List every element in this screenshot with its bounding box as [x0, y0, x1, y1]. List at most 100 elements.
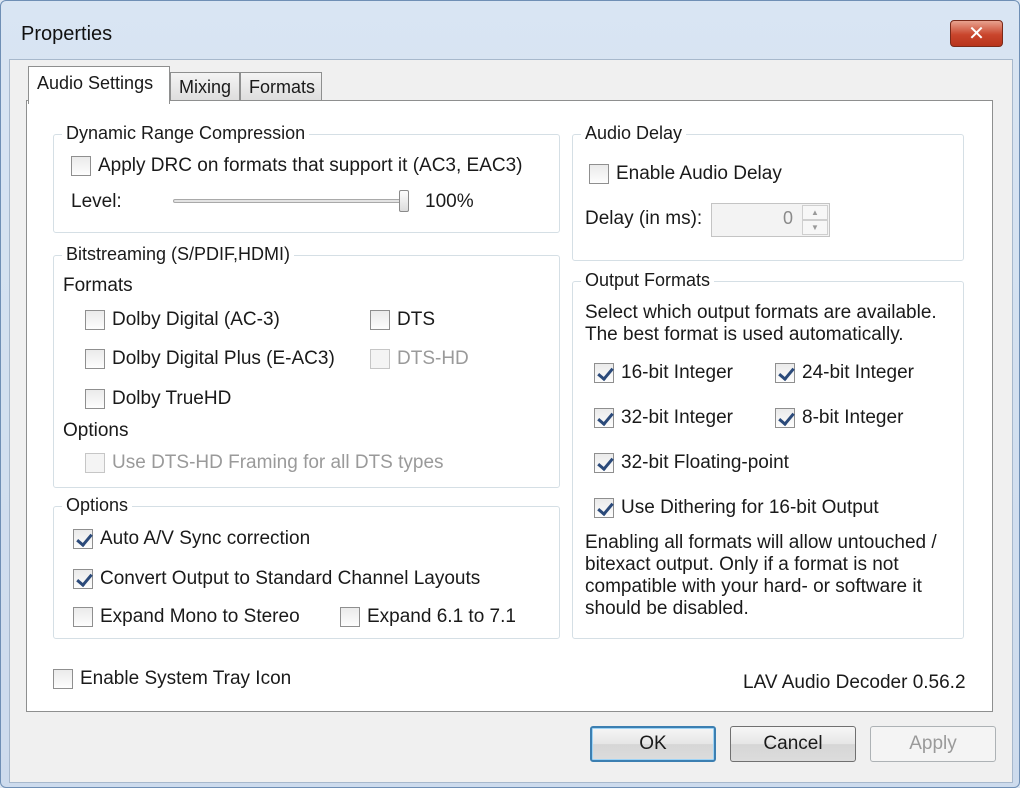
int24-label: 24-bit Integer	[802, 362, 914, 383]
dolby-truehd-checkbox[interactable]: Dolby TrueHD	[85, 388, 231, 410]
tab-audio-settings[interactable]: Audio Settings	[28, 66, 170, 104]
close-icon: ✕	[968, 23, 985, 45]
title-bar[interactable]: Properties ✕	[1, 1, 1019, 63]
output-formats-note-4: should be disabled.	[585, 598, 749, 619]
spin-down-button[interactable]: ▼	[802, 220, 828, 235]
auto-av-sync-checkbox[interactable]: Auto A/V Sync correction	[73, 528, 310, 550]
output-formats-note-2: bitexact output. Only if a format is not	[585, 554, 899, 575]
audio-settings-page: Dynamic Range Compression Apply DRC on f…	[26, 100, 993, 712]
checkbox-box[interactable]	[594, 498, 614, 518]
float32-checkbox[interactable]: 32-bit Floating-point	[594, 452, 789, 474]
drc-level-slider[interactable]	[173, 189, 409, 213]
enable-audio-delay-label: Enable Audio Delay	[616, 163, 782, 184]
int16-checkbox[interactable]: 16-bit Integer	[594, 362, 733, 384]
dolby-digital-plus-checkbox[interactable]: Dolby Digital Plus (E-AC3)	[85, 348, 335, 370]
checkbox-box[interactable]	[85, 453, 105, 473]
dithering-label: Use Dithering for 16-bit Output	[621, 497, 879, 518]
dithering-checkbox[interactable]: Use Dithering for 16-bit Output	[594, 497, 879, 519]
dolby-digital-plus-label: Dolby Digital Plus (E-AC3)	[112, 348, 335, 369]
window-title: Properties	[21, 23, 113, 45]
checkbox-box[interactable]	[73, 607, 93, 627]
spin-up-button[interactable]: ▲	[802, 205, 828, 220]
drc-group: Dynamic Range Compression	[53, 123, 560, 233]
output-formats-description-2: The best format is used automatically.	[585, 324, 904, 345]
spin-buttons: ▲ ▼	[802, 205, 828, 235]
close-button[interactable]: ✕	[950, 20, 1003, 47]
checkbox-box[interactable]	[71, 156, 91, 176]
cancel-button[interactable]: Cancel	[730, 726, 856, 762]
convert-layouts-checkbox[interactable]: Convert Output to Standard Channel Layou…	[73, 568, 480, 590]
dolby-digital-checkbox[interactable]: Dolby Digital (AC-3)	[85, 309, 280, 331]
delay-ms-label: Delay (in ms):	[585, 208, 703, 229]
expand-mono-label: Expand Mono to Stereo	[100, 606, 300, 627]
slider-thumb[interactable]	[399, 190, 409, 212]
checkbox-box[interactable]	[589, 164, 609, 184]
output-formats-description-1: Select which output formats are availabl…	[585, 302, 937, 323]
apply-drc-checkbox[interactable]: Apply DRC on formats that support it (AC…	[71, 155, 523, 177]
cancel-button-label: Cancel	[763, 733, 823, 754]
convert-layouts-label: Convert Output to Standard Channel Layou…	[100, 568, 481, 589]
checkbox-box[interactable]	[775, 363, 795, 383]
dts-hd-checkbox[interactable]: DTS-HD	[370, 348, 469, 370]
version-label: LAV Audio Decoder 0.56.2	[743, 672, 966, 693]
tab-mixing[interactable]: Mixing	[170, 72, 240, 102]
checkbox-box[interactable]	[53, 669, 73, 689]
audio-delay-legend: Audio Delay	[581, 123, 687, 144]
audio-delay-group: Audio Delay	[572, 123, 964, 261]
int32-checkbox[interactable]: 32-bit Integer	[594, 407, 733, 429]
tab-formats[interactable]: Formats	[240, 72, 322, 102]
tab-label: Audio Settings	[37, 73, 154, 93]
ok-button-label: OK	[639, 733, 667, 754]
checkbox-box[interactable]	[73, 569, 93, 589]
int32-label: 32-bit Integer	[621, 407, 733, 428]
ok-button[interactable]: OK	[590, 726, 716, 762]
int8-checkbox[interactable]: 8-bit Integer	[775, 407, 903, 429]
system-tray-icon-checkbox[interactable]: Enable System Tray Icon	[53, 668, 291, 690]
arrow-down-icon: ▼	[811, 223, 819, 232]
expand-mono-checkbox[interactable]: Expand Mono to Stereo	[73, 606, 300, 628]
output-formats-note-3: compatible with your hard- or software i…	[585, 576, 922, 597]
checkbox-box[interactable]	[594, 453, 614, 473]
int24-checkbox[interactable]: 24-bit Integer	[775, 362, 914, 384]
properties-window: Properties ✕ Audio Settings Mixing Forma…	[0, 0, 1020, 788]
checkbox-box[interactable]	[340, 607, 360, 627]
float32-label: 32-bit Floating-point	[621, 452, 789, 473]
apply-drc-label: Apply DRC on formats that support it (AC…	[98, 155, 523, 176]
int16-label: 16-bit Integer	[621, 362, 733, 383]
checkbox-box[interactable]	[85, 310, 105, 330]
bitstreaming-options-label: Options	[63, 420, 129, 441]
delay-ms-value: 0	[782, 208, 793, 228]
apply-button[interactable]: Apply	[870, 726, 996, 762]
delay-ms-spinbox[interactable]: 0 ▲ ▼	[711, 203, 830, 237]
dolby-truehd-label: Dolby TrueHD	[112, 388, 232, 409]
dts-checkbox[interactable]: DTS	[370, 309, 435, 331]
enable-audio-delay-checkbox[interactable]: Enable Audio Delay	[589, 163, 782, 185]
system-tray-icon-label: Enable System Tray Icon	[80, 668, 292, 689]
bitstreaming-formats-label: Formats	[63, 275, 133, 296]
checkbox-box[interactable]	[85, 389, 105, 409]
dialog-client-area: Audio Settings Mixing Formats Dynamic Ra…	[9, 59, 1013, 783]
output-formats-legend: Output Formats	[581, 270, 715, 291]
tab-label: Mixing	[179, 77, 232, 97]
checkbox-box[interactable]	[594, 363, 614, 383]
checkbox-box[interactable]	[370, 349, 390, 369]
tab-label: Formats	[249, 77, 316, 97]
dts-label: DTS	[397, 309, 435, 330]
dolby-digital-label: Dolby Digital (AC-3)	[112, 309, 280, 330]
expand-61-checkbox[interactable]: Expand 6.1 to 7.1	[340, 606, 516, 628]
checkbox-box[interactable]	[85, 349, 105, 369]
checkbox-box[interactable]	[775, 408, 795, 428]
bitstreaming-legend: Bitstreaming (S/PDIF,HDMI)	[62, 244, 295, 265]
drc-level-label: Level:	[71, 191, 122, 212]
dts-hd-framing-label: Use DTS-HD Framing for all DTS types	[112, 452, 444, 473]
slider-track	[173, 199, 409, 203]
auto-av-sync-label: Auto A/V Sync correction	[100, 528, 311, 549]
arrow-up-icon: ▲	[811, 208, 819, 217]
output-formats-note-1: Enabling all formats will allow untouche…	[585, 532, 937, 553]
checkbox-box[interactable]	[73, 529, 93, 549]
checkbox-box[interactable]	[594, 408, 614, 428]
dts-hd-label: DTS-HD	[397, 348, 469, 369]
drc-level-value: 100%	[425, 191, 474, 212]
dts-hd-framing-checkbox[interactable]: Use DTS-HD Framing for all DTS types	[85, 452, 444, 474]
checkbox-box[interactable]	[370, 310, 390, 330]
